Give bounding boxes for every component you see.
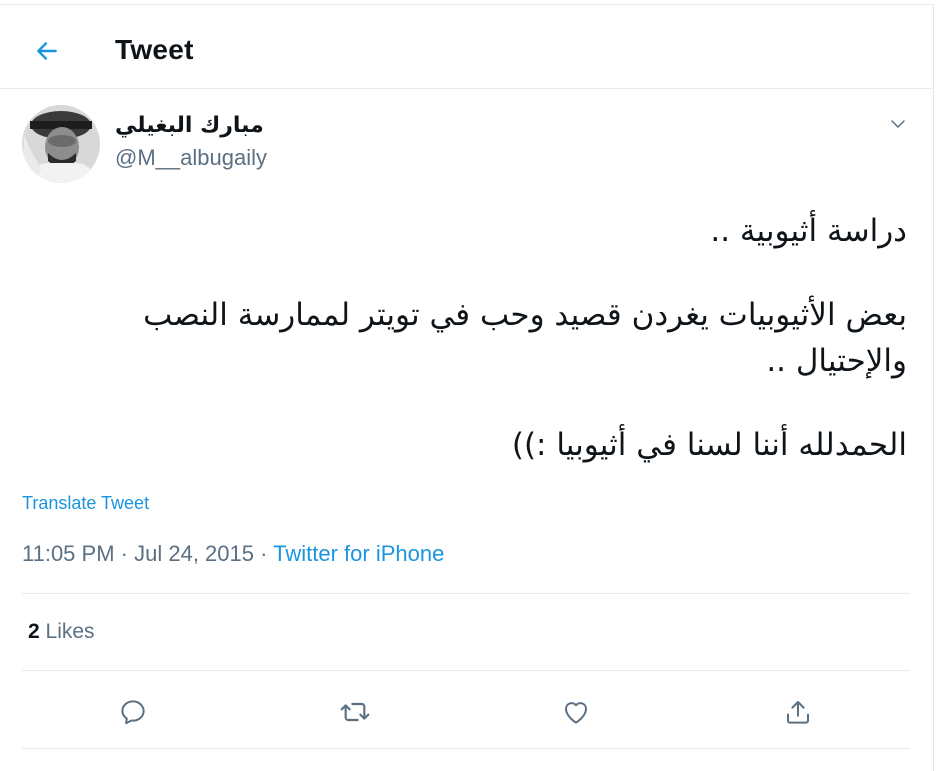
divider xyxy=(22,670,910,671)
arrow-left-icon xyxy=(37,42,57,60)
scrollbar[interactable] xyxy=(940,0,952,771)
tweet-time[interactable]: 11:05 PM xyxy=(22,541,115,566)
back-button[interactable] xyxy=(28,32,66,70)
tweet-source-link[interactable]: Twitter for iPhone xyxy=(273,541,444,566)
chevron-down-icon xyxy=(891,120,905,128)
divider xyxy=(22,593,910,594)
likes-count-link[interactable]: 2 Likes xyxy=(28,620,95,644)
more-options-button[interactable] xyxy=(884,110,912,138)
author-handle[interactable]: @M__albugaily xyxy=(115,145,267,171)
share-icon xyxy=(787,701,809,724)
heart-icon xyxy=(564,702,588,724)
tweet-header: Tweet xyxy=(0,4,934,89)
author-display-name[interactable]: مبارك البغيلي xyxy=(115,113,264,138)
reply-icon xyxy=(121,700,145,725)
meta-separator: · xyxy=(114,541,135,566)
retweet-icon xyxy=(340,702,370,722)
tweet-text: دراسة أثيوبية .. بعض الأثيوبيات يغردن قص… xyxy=(27,208,907,468)
avatar[interactable] xyxy=(22,105,100,183)
share-button[interactable] xyxy=(778,692,818,732)
meta-separator: · xyxy=(253,541,274,566)
reply-button[interactable] xyxy=(113,692,153,732)
translate-tweet-link[interactable]: Translate Tweet xyxy=(22,493,149,514)
divider xyxy=(22,748,910,749)
likes-count: 2 xyxy=(28,620,40,643)
tweet-line: بعض الأثيوبيات يغردن قصيد وحب في تويتر ل… xyxy=(143,297,907,379)
likes-label: Likes xyxy=(45,620,95,643)
tweet-metadata: 11:05 PM · Jul 24, 2015 · Twitter for iP… xyxy=(22,541,444,567)
tweet-line: دراسة أثيوبية .. xyxy=(710,213,907,249)
tweet-line: الحمدلله أننا لسنا في أثيوبيا :)) xyxy=(511,427,907,463)
tweet-date[interactable]: Jul 24, 2015 xyxy=(134,541,254,566)
retweet-button[interactable] xyxy=(335,692,375,732)
like-button[interactable] xyxy=(556,692,596,732)
page-title: Tweet xyxy=(115,34,194,65)
